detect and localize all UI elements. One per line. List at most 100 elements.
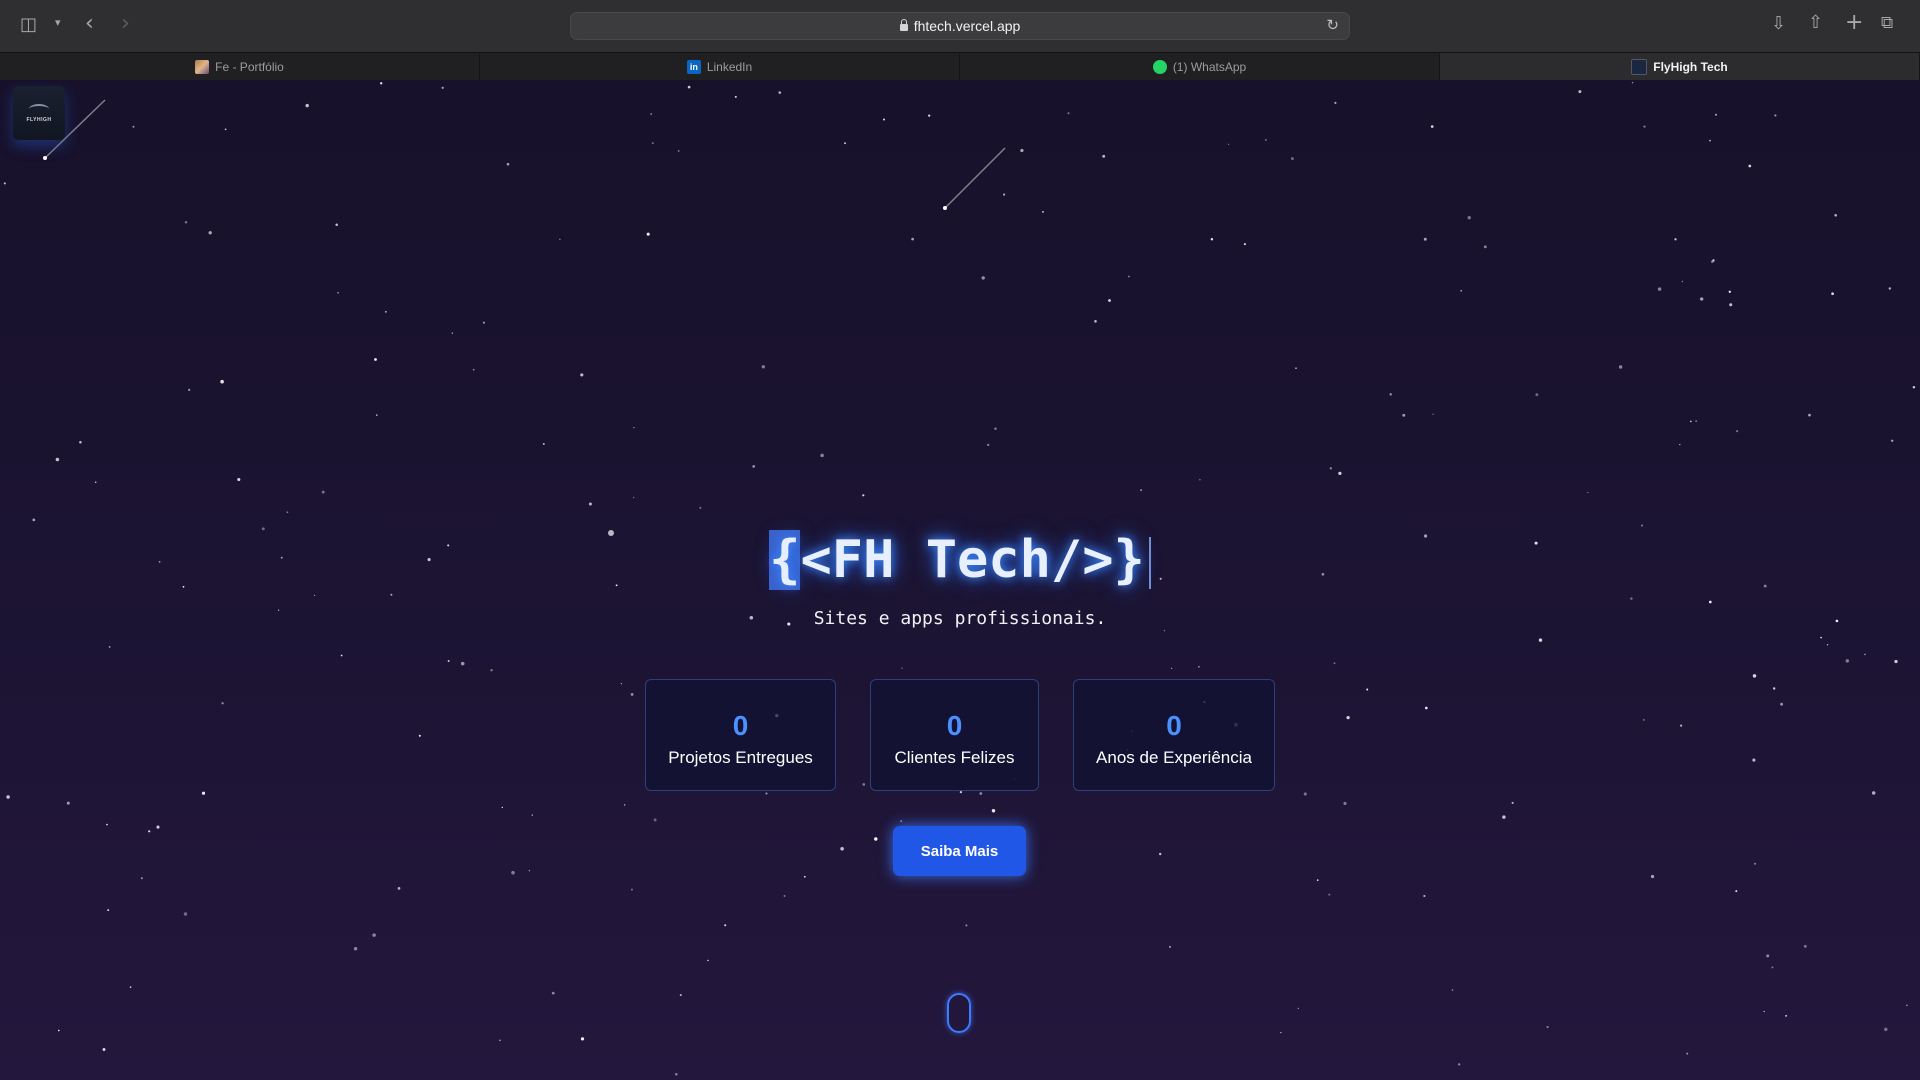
star	[1748, 164, 1752, 168]
star	[1328, 893, 1331, 896]
star	[1618, 365, 1623, 369]
tab-bar: Fe - Portfólio in LinkedIn (1) WhatsApp …	[0, 52, 1920, 80]
star	[1402, 413, 1406, 417]
shooting-star-head	[43, 156, 47, 160]
star	[965, 924, 968, 927]
star	[1290, 157, 1294, 161]
star	[1316, 879, 1319, 881]
star	[106, 823, 108, 826]
new-tab-icon[interactable]: +	[1845, 10, 1863, 35]
star	[699, 506, 702, 509]
wing-icon	[29, 103, 49, 114]
star	[1891, 439, 1894, 442]
star	[501, 806, 503, 809]
shooting-star-head	[943, 206, 947, 210]
star	[1752, 758, 1756, 762]
star	[1169, 946, 1171, 948]
star	[184, 220, 188, 224]
star	[1712, 259, 1715, 262]
star	[862, 783, 866, 786]
star	[3, 182, 6, 185]
star	[506, 162, 510, 166]
star	[340, 654, 343, 657]
star	[752, 465, 756, 468]
tab-whatsapp[interactable]: (1) WhatsApp	[960, 53, 1440, 80]
star	[286, 511, 289, 514]
star	[108, 646, 111, 648]
tab-overview-icon[interactable]: ⧉	[1881, 13, 1893, 33]
reload-icon[interactable]: ↻	[1326, 16, 1339, 34]
url-text: fhtech.vercel.app	[913, 18, 1021, 34]
address-bar[interactable]: fhtech.vercel.app ↻	[570, 12, 1350, 40]
star	[1640, 524, 1644, 527]
star	[862, 494, 865, 497]
star	[803, 875, 806, 878]
star	[397, 887, 401, 890]
star	[1785, 1014, 1788, 1017]
star	[1845, 659, 1850, 663]
star	[1295, 367, 1297, 370]
back-icon[interactable]: ‹	[85, 11, 94, 36]
star	[1535, 393, 1539, 397]
star	[633, 426, 635, 429]
star	[994, 427, 997, 430]
star	[551, 991, 555, 995]
star	[623, 804, 626, 806]
star	[1774, 114, 1777, 117]
chevron-down-icon[interactable]: ▾	[55, 16, 61, 29]
flyhigh-logo[interactable]: FLYHIGH	[13, 86, 65, 140]
star	[840, 847, 844, 851]
star	[183, 912, 188, 916]
star	[1578, 90, 1582, 94]
stat-label: Anos de Experiência	[1096, 748, 1252, 767]
star	[761, 365, 765, 369]
star	[1502, 815, 1506, 819]
star	[1803, 944, 1807, 948]
star	[201, 791, 206, 795]
star	[1888, 287, 1892, 290]
star	[1170, 667, 1173, 670]
star	[1714, 113, 1718, 116]
tab-portfolio[interactable]: Fe - Portfólio	[0, 53, 480, 80]
star	[1424, 706, 1428, 710]
star	[632, 496, 635, 499]
share-icon[interactable]: ⇧	[1808, 12, 1823, 33]
download-icon[interactable]: ⇩	[1771, 13, 1786, 34]
star	[630, 692, 634, 696]
star	[1334, 101, 1337, 104]
star	[1280, 1032, 1282, 1034]
star	[140, 877, 143, 880]
star	[1243, 243, 1246, 246]
star	[651, 142, 654, 145]
star	[384, 310, 387, 313]
star	[1198, 665, 1200, 668]
scroll-mouse-icon[interactable]	[947, 993, 971, 1033]
stat-value: 0	[1166, 710, 1182, 741]
tab-flyhigh-tech[interactable]: FlyHigh Tech	[1440, 53, 1920, 80]
star	[928, 114, 931, 117]
saiba-mais-button[interactable]: Saiba Mais	[893, 826, 1026, 876]
forward-icon[interactable]: ›	[121, 11, 130, 36]
star	[1003, 193, 1006, 196]
star	[1430, 125, 1434, 128]
star	[1679, 443, 1681, 446]
star	[778, 91, 782, 94]
star	[1728, 290, 1731, 293]
star	[882, 118, 886, 121]
star	[380, 82, 383, 85]
star	[32, 518, 36, 522]
star	[1820, 636, 1822, 639]
sidebar-toggle-icon[interactable]: ◫	[20, 14, 37, 35]
star	[679, 994, 682, 997]
linkedin-favicon-icon: in	[686, 59, 701, 74]
stat-card-projects: 0 Projetos Entregues	[645, 679, 836, 791]
star	[1763, 1010, 1765, 1013]
star	[447, 660, 450, 662]
star	[1159, 852, 1162, 856]
star	[1772, 687, 1776, 690]
flyhigh-favicon-icon	[1631, 58, 1648, 75]
tab-linkedin[interactable]: in LinkedIn	[480, 53, 960, 80]
star	[1108, 299, 1111, 302]
star	[1766, 954, 1770, 958]
star	[1346, 715, 1350, 720]
